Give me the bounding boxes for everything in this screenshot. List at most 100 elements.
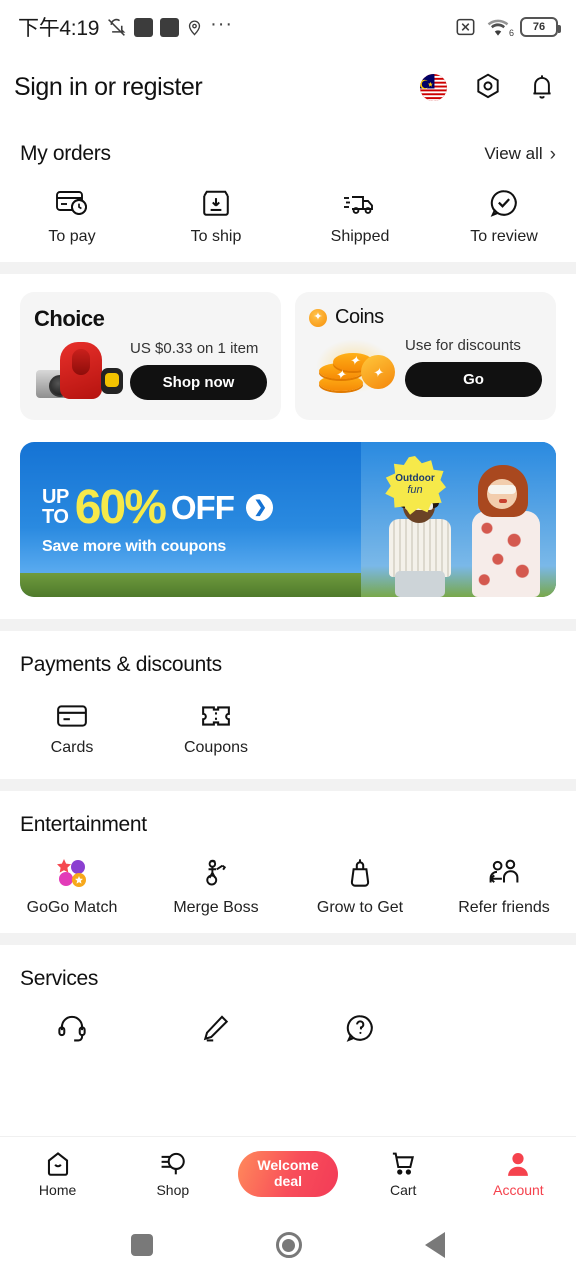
backpack-camera-watch-image [34, 338, 124, 400]
banner-chevron-right-icon[interactable]: ❯ [245, 494, 273, 522]
nav-item-welcome-deal[interactable]: Welcome deal [230, 1150, 345, 1197]
services-title: Services [20, 967, 99, 990]
entertainment-section: Entertainment GoGo Match Merge Boss Grow… [0, 791, 576, 933]
banner-text-block: UP TO 60% OFF ❯ Save more with coupons [42, 481, 273, 556]
badge-line-2: fun [407, 484, 423, 497]
comment-check-icon [489, 184, 519, 218]
services-grid [0, 991, 576, 1069]
order-status-shipped[interactable]: Shipped [288, 184, 432, 246]
wifi-generation-label: 6 [508, 27, 514, 38]
payments-header: Payments & discounts [0, 631, 576, 677]
choice-card-right: US $0.33 on 1 item Shop now [130, 340, 267, 400]
pencil-icon [201, 1009, 231, 1043]
coins-card[interactable]: ✦ Coins ✦ ✦ ✦ Use for discounts Go [295, 292, 556, 420]
welcome-deal-line1: Welcome [257, 1157, 319, 1174]
coupon-ticket-icon [201, 695, 231, 729]
question-bubble-icon [345, 1009, 375, 1043]
banner-upto: UP TO [42, 486, 69, 528]
mute-icon [106, 17, 127, 38]
coins-go-button[interactable]: Go [405, 362, 542, 397]
location-pin-icon [186, 18, 203, 37]
shop-icon [159, 1150, 187, 1178]
nav-item-label: Home [38, 1181, 77, 1198]
entertainment-grid: GoGo Match Merge Boss Grow to Get Refer … [0, 837, 576, 933]
bottom-navigation-bar: Home Shop Welcome deal Cart Account [0, 1136, 576, 1210]
app-square-2 [160, 17, 180, 37]
banner-up-label: UP [42, 486, 69, 508]
status-bar-time: 下午4:19 [18, 17, 100, 40]
home-circle-icon[interactable] [275, 1232, 302, 1258]
my-orders-header: My orders View all › [0, 120, 576, 166]
entertainment-item-gogo-match[interactable]: GoGo Match [0, 855, 144, 917]
order-status-label: To ship [190, 228, 242, 245]
banner-headline: UP TO 60% OFF ❯ [42, 481, 273, 534]
welcome-deal-button[interactable]: Welcome deal [238, 1150, 338, 1197]
system-navigation-bar [0, 1210, 576, 1280]
banner-to-label: TO [42, 505, 69, 528]
wifi-icon: 6 [486, 18, 514, 38]
status-bar: 下午4:19 ··· 6 76 [0, 0, 576, 54]
section-divider [0, 933, 576, 945]
app-square-1 [134, 17, 154, 37]
ellipsis-icon: ··· [210, 13, 234, 35]
shop-now-button[interactable]: Shop now [130, 365, 267, 400]
app-screen: 下午4:19 ··· 6 76 Sign in or register My o… [0, 0, 576, 1280]
order-status-to-ship[interactable]: To ship [144, 184, 288, 246]
order-status-to-pay[interactable]: To pay [0, 184, 144, 246]
coupon-banner[interactable]: Outdoor fun UP TO 60% OFF ❯ Save more wi… [20, 442, 556, 597]
entertainment-item-grow-to-get[interactable]: Grow to Get [288, 855, 432, 917]
payments-item-coupons[interactable]: Coupons [144, 695, 288, 757]
credit-card-icon [56, 695, 88, 729]
notification-bell-icon[interactable] [529, 73, 555, 101]
headset-icon [57, 1009, 87, 1043]
coins-card-header: ✦ Coins [309, 306, 542, 329]
banner-people-photo [361, 442, 556, 597]
entertainment-item-merge-boss[interactable]: Merge Boss [144, 855, 288, 917]
payments-item-label: Coupons [183, 739, 249, 756]
chevron-right-icon: › [549, 143, 556, 165]
grid-spacer [288, 695, 432, 757]
banner-percent: 60% [74, 481, 167, 534]
services-item-feedback[interactable] [144, 1009, 288, 1053]
entertainment-item-refer-friends[interactable]: Refer friends [432, 855, 576, 917]
back-triangle-icon[interactable] [424, 1232, 445, 1258]
order-status-label: To pay [48, 228, 96, 245]
two-people-icon [487, 855, 521, 889]
recents-square-icon[interactable] [131, 1234, 154, 1256]
country-flag-malaysia-icon[interactable] [420, 73, 447, 101]
view-all-orders-link[interactable]: View all › [484, 144, 556, 164]
welcome-deal-line2: deal [273, 1172, 302, 1189]
gold-coins-image: ✦ ✦ ✦ [309, 335, 399, 397]
services-item-help[interactable] [288, 1009, 432, 1053]
merge-boss-icon [200, 855, 232, 889]
order-status-to-review[interactable]: To review [432, 184, 576, 246]
settings-icon[interactable] [474, 73, 502, 101]
banner-woman [466, 465, 544, 597]
order-status-label: To review [470, 228, 538, 245]
nav-item-account[interactable]: Account [461, 1150, 576, 1198]
payments-item-cards[interactable]: Cards [0, 695, 144, 757]
grid-spacer [432, 695, 576, 757]
view-all-label: View all [484, 144, 543, 163]
nav-item-home[interactable]: Home [0, 1150, 115, 1198]
payments-section: Payments & discounts Cards Coupons [0, 631, 576, 779]
entertainment-item-label: GoGo Match [26, 899, 118, 916]
cast-disabled-icon [455, 18, 476, 36]
choice-card[interactable]: Choice US $0.33 on 1 item Shop now [20, 292, 281, 420]
status-bar-right: 6 76 [455, 17, 561, 38]
status-bar-left: 下午4:19 ··· [18, 12, 233, 42]
section-divider [0, 779, 576, 791]
services-item-support[interactable] [0, 1009, 144, 1053]
sign-in-register-link[interactable]: Sign in or register [14, 73, 203, 102]
truck-icon [343, 184, 377, 218]
nav-item-shop[interactable]: Shop [115, 1150, 230, 1198]
payments-title: Payments & discounts [20, 653, 222, 676]
nav-item-cart[interactable]: Cart [346, 1150, 461, 1198]
app-header: Sign in or register [0, 54, 576, 120]
home-icon [44, 1150, 72, 1178]
my-orders-section: My orders View all › To pay To ship Ship… [0, 120, 576, 262]
order-status-label: Shipped [330, 228, 390, 245]
nav-item-label: Account [493, 1181, 544, 1198]
choice-card-title: Choice [34, 306, 105, 331]
choice-card-body: US $0.33 on 1 item Shop now [34, 338, 267, 400]
